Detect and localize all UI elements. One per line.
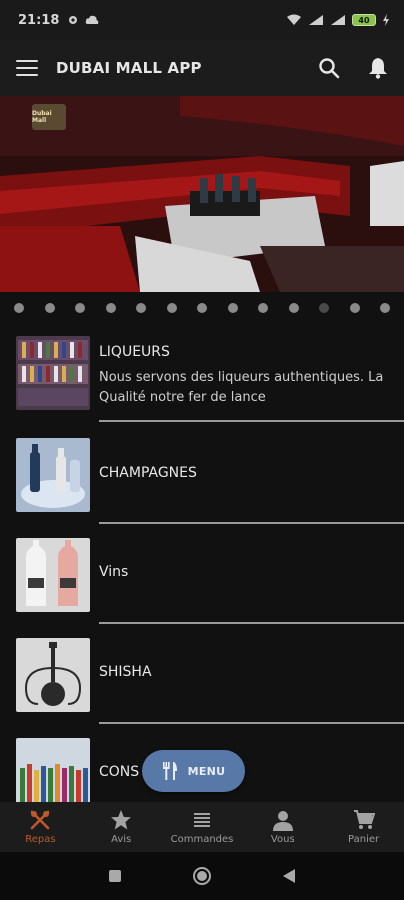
liqueurs-thumbnail (16, 336, 90, 410)
nav-label: Repas (25, 834, 56, 845)
carousel-dot[interactable] (319, 303, 329, 313)
shisha-thumbnail (16, 638, 90, 712)
menu-icon[interactable] (16, 60, 38, 76)
system-nav-bar (0, 852, 404, 900)
champagnes-thumbnail (16, 438, 90, 512)
carousel-dot[interactable] (349, 303, 360, 313)
signal-icon (309, 15, 323, 25)
search-icon[interactable] (318, 57, 340, 79)
star-icon (111, 810, 132, 830)
nav-item-vous[interactable]: Vous (242, 802, 323, 852)
carousel-dot[interactable] (44, 303, 55, 313)
status-time: 21:18 (18, 12, 60, 28)
settings-icon (69, 16, 78, 24)
carousel-dots (0, 300, 404, 316)
status-bar: 21:18 40 (0, 0, 404, 40)
menu-fab-button[interactable]: MENU (142, 750, 245, 792)
carousel-dot[interactable] (258, 303, 268, 313)
vins-thumbnail (16, 538, 90, 612)
carousel-dot[interactable] (380, 303, 390, 313)
nav-item-avis[interactable]: Avis (81, 802, 162, 852)
item-description: Nous servons des liqueurs authentiques. … (99, 370, 384, 405)
cloud-icon (86, 15, 99, 24)
carousel-dot[interactable] (227, 303, 238, 313)
wifi-icon (287, 14, 301, 25)
app-bar: DUBAI MALL APP (0, 40, 404, 96)
battery-indicator: 40 (352, 14, 376, 26)
home-icon[interactable] (192, 866, 212, 886)
carousel-dot[interactable] (288, 303, 299, 313)
nav-label: Panier (348, 834, 380, 845)
back-icon[interactable] (282, 868, 296, 884)
fork-knife-icon (162, 762, 177, 780)
nav-item-repas[interactable]: Repas (0, 802, 81, 852)
fork-knife-icon (31, 810, 50, 830)
charging-icon (383, 14, 389, 26)
carousel-dot[interactable] (14, 303, 24, 313)
carousel-dot[interactable] (166, 303, 177, 313)
item-title: CHAMPAGNES (99, 465, 197, 481)
cons-thumbnail (16, 738, 90, 812)
divider (99, 420, 404, 422)
list-item-shisha[interactable]: SHISHA (0, 624, 404, 724)
recents-icon[interactable] (108, 869, 122, 883)
list-item-vins[interactable]: Vins (0, 524, 404, 624)
carousel-dot[interactable] (136, 303, 146, 313)
bell-icon[interactable] (368, 57, 388, 79)
item-title: SHISHA (99, 664, 152, 680)
menu-fab-label: MENU (187, 764, 226, 778)
nav-label: Vous (270, 834, 295, 845)
list-icon (193, 813, 210, 827)
item-title: LIQUEURS (99, 344, 170, 360)
promo-banner[interactable]: Dubai Mall (0, 96, 404, 292)
bottom-nav: Repas Avis Commandes Vous Panier (0, 802, 404, 852)
nav-item-panier[interactable]: Panier (323, 802, 404, 852)
item-title: CONS (99, 764, 140, 780)
nav-label: Avis (111, 834, 132, 845)
item-title: Vins (99, 564, 129, 580)
nav-label: Commandes (170, 834, 234, 845)
carousel-dot[interactable] (105, 303, 116, 313)
carousel-dot[interactable] (75, 303, 85, 313)
app-title: DUBAI MALL APP (56, 59, 202, 77)
cart-icon (353, 810, 375, 829)
banner-logo: Dubai Mall (32, 104, 66, 130)
carousel-dot[interactable] (197, 303, 207, 313)
signal-icon-2 (331, 15, 345, 25)
person-icon (272, 811, 293, 831)
list-item-liqueurs[interactable]: LIQUEURS Nous servons des liqueurs authe… (0, 322, 404, 422)
list-item-champagnes[interactable]: CHAMPAGNES (0, 424, 404, 524)
nav-item-commandes[interactable]: Commandes (162, 802, 243, 852)
